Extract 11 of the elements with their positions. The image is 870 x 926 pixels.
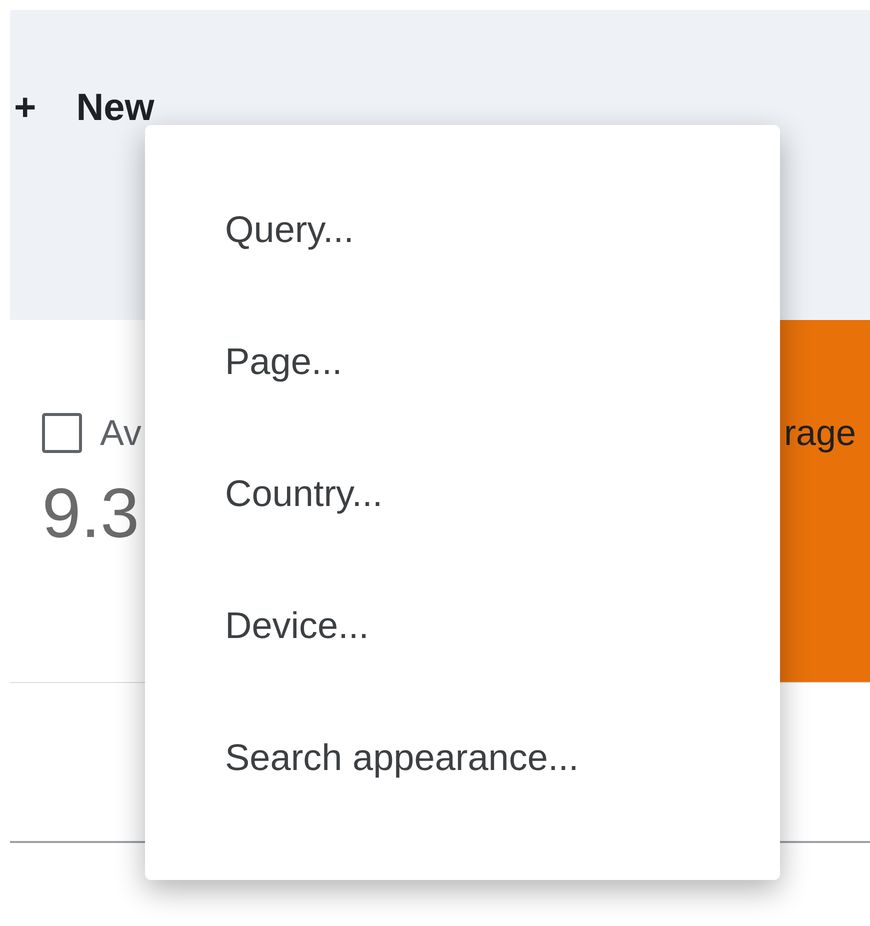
- checkbox[interactable]: [42, 413, 82, 453]
- metric-card[interactable]: rage: [780, 320, 870, 682]
- menu-item[interactable]: Page...: [145, 296, 780, 428]
- new-button[interactable]: + New: [14, 80, 154, 137]
- metric-label: Av: [100, 411, 142, 455]
- menu-item[interactable]: Search appearance...: [145, 692, 780, 824]
- metric-value: 9.3: [42, 478, 140, 548]
- menu-item[interactable]: Device...: [145, 560, 780, 692]
- metric-label: rage: [784, 412, 856, 453]
- menu-item[interactable]: Country...: [145, 428, 780, 560]
- menu-item[interactable]: Query...: [145, 164, 780, 296]
